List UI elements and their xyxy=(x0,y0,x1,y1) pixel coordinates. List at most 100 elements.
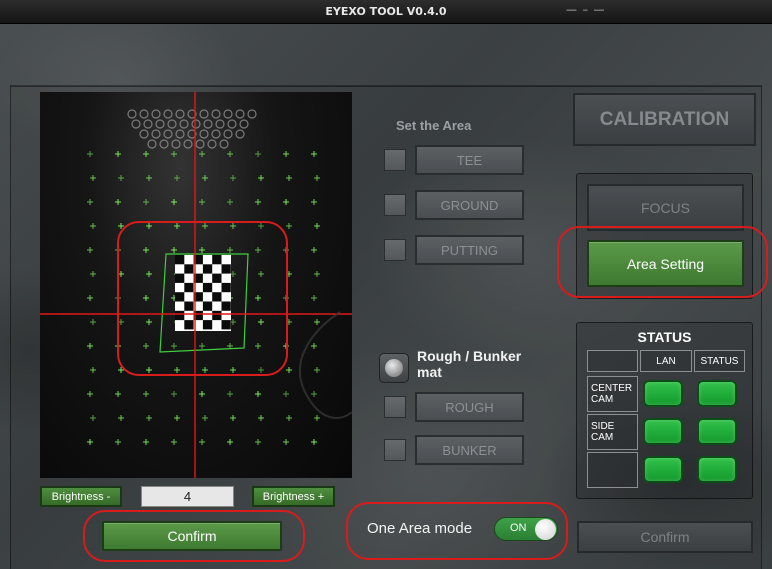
ceiling-pattern xyxy=(128,110,256,148)
grid-marker xyxy=(199,247,205,253)
grid-marker xyxy=(90,271,96,277)
grid-marker xyxy=(202,175,208,181)
grid-marker xyxy=(87,247,93,253)
brightness-minus-button[interactable]: Brightness - xyxy=(40,486,122,507)
checker-square xyxy=(203,283,212,292)
grid-marker xyxy=(87,343,93,349)
grid-marker xyxy=(118,175,124,181)
grid-marker xyxy=(311,295,317,301)
status-title: STATUS xyxy=(576,329,753,345)
grid-marker xyxy=(118,415,124,421)
grid-marker xyxy=(255,391,261,397)
bunker-button[interactable]: BUNKER xyxy=(415,435,524,465)
grid-marker xyxy=(258,415,264,421)
toggle-state: ON xyxy=(510,522,527,534)
status-header-blank xyxy=(587,350,638,372)
status-header-lan: LAN xyxy=(640,350,692,372)
area-setting-button[interactable]: Area Setting xyxy=(587,240,744,287)
putting-checkbox[interactable] xyxy=(384,239,406,261)
grid-marker xyxy=(118,223,124,229)
grid-marker xyxy=(286,223,292,229)
bunker-checkbox[interactable] xyxy=(384,439,406,461)
grid-marker xyxy=(311,199,317,205)
brightness-plus-button[interactable]: Brightness + xyxy=(252,486,335,507)
grid-marker xyxy=(87,295,93,301)
rough-bunker-label: Rough / Bunker mat xyxy=(417,348,537,380)
checker-square xyxy=(222,320,231,329)
tee-button[interactable]: TEE xyxy=(415,145,524,175)
grid-marker xyxy=(283,439,289,445)
grid-marker xyxy=(255,439,261,445)
camera-view[interactable] xyxy=(40,92,352,478)
grid-marker xyxy=(171,439,177,445)
brightness-value[interactable]: 4 xyxy=(141,486,234,507)
grid-marker xyxy=(90,367,96,373)
grid-marker xyxy=(258,319,264,325)
grid-marker xyxy=(171,343,177,349)
one-area-mode-toggle[interactable]: ON xyxy=(494,517,558,541)
grid-marker xyxy=(90,319,96,325)
grid-marker xyxy=(230,415,236,421)
center-cam-lan-led xyxy=(643,380,683,407)
grid-marker xyxy=(118,319,124,325)
grid-marker xyxy=(118,367,124,373)
checker-square xyxy=(222,264,231,273)
grid-marker xyxy=(311,343,317,349)
grid-marker xyxy=(87,199,93,205)
grid-marker xyxy=(258,175,264,181)
grid-marker xyxy=(227,199,233,205)
right-confirm-button[interactable]: Confirm xyxy=(577,521,753,553)
status-header-status: STATUS xyxy=(694,350,745,372)
calibration-button[interactable]: CALIBRATION xyxy=(573,93,756,146)
grid-marker xyxy=(199,343,205,349)
grid-marker xyxy=(311,391,317,397)
grid-marker xyxy=(314,415,320,421)
extra-lan-led xyxy=(643,456,683,483)
title-bar: EYEXO TOOL V0.4.0 — – — xyxy=(0,0,772,24)
ground-button[interactable]: GROUND xyxy=(415,190,524,220)
grid-marker xyxy=(143,247,149,253)
checker-square xyxy=(184,320,193,329)
rough-bunker-radio[interactable] xyxy=(379,353,409,383)
grid-marker xyxy=(258,271,264,277)
checker-square xyxy=(175,311,184,320)
grid-marker xyxy=(174,367,180,373)
focus-button[interactable]: FOCUS xyxy=(587,184,744,231)
rough-button[interactable]: ROUGH xyxy=(415,392,524,422)
status-row-label: SIDE CAM xyxy=(587,414,638,450)
grid-marker xyxy=(171,247,177,253)
grid-marker xyxy=(87,391,93,397)
grid-marker xyxy=(174,415,180,421)
status-row-label: CENTER CAM xyxy=(587,376,638,412)
grid-marker xyxy=(174,223,180,229)
rough-checkbox[interactable] xyxy=(384,396,406,418)
grid-marker xyxy=(143,343,149,349)
tee-checkbox[interactable] xyxy=(384,149,406,171)
grid-marker xyxy=(311,439,317,445)
grid-marker xyxy=(283,391,289,397)
grid-marker xyxy=(286,367,292,373)
grid-marker xyxy=(258,223,264,229)
window-controls[interactable]: — – — xyxy=(566,3,606,16)
grid-marker xyxy=(171,151,177,157)
grid-marker xyxy=(115,247,121,253)
checker-square xyxy=(203,264,212,273)
grid-marker xyxy=(143,391,149,397)
grid-marker xyxy=(255,151,261,157)
grid-marker xyxy=(171,391,177,397)
checker-square xyxy=(203,320,212,329)
checker-square xyxy=(212,255,221,264)
grid-marker xyxy=(230,175,236,181)
grid-marker xyxy=(146,223,152,229)
putting-button[interactable]: PUTTING xyxy=(415,235,524,265)
grid-marker xyxy=(174,175,180,181)
checker-square xyxy=(184,283,193,292)
grid-marker xyxy=(283,199,289,205)
grid-marker xyxy=(115,391,121,397)
side-cam-lan-led xyxy=(643,418,683,445)
checker-square xyxy=(184,302,193,311)
ground-checkbox[interactable] xyxy=(384,194,406,216)
camera-confirm-button[interactable]: Confirm xyxy=(102,521,282,551)
checker-square xyxy=(212,274,221,283)
top-band xyxy=(10,26,762,86)
